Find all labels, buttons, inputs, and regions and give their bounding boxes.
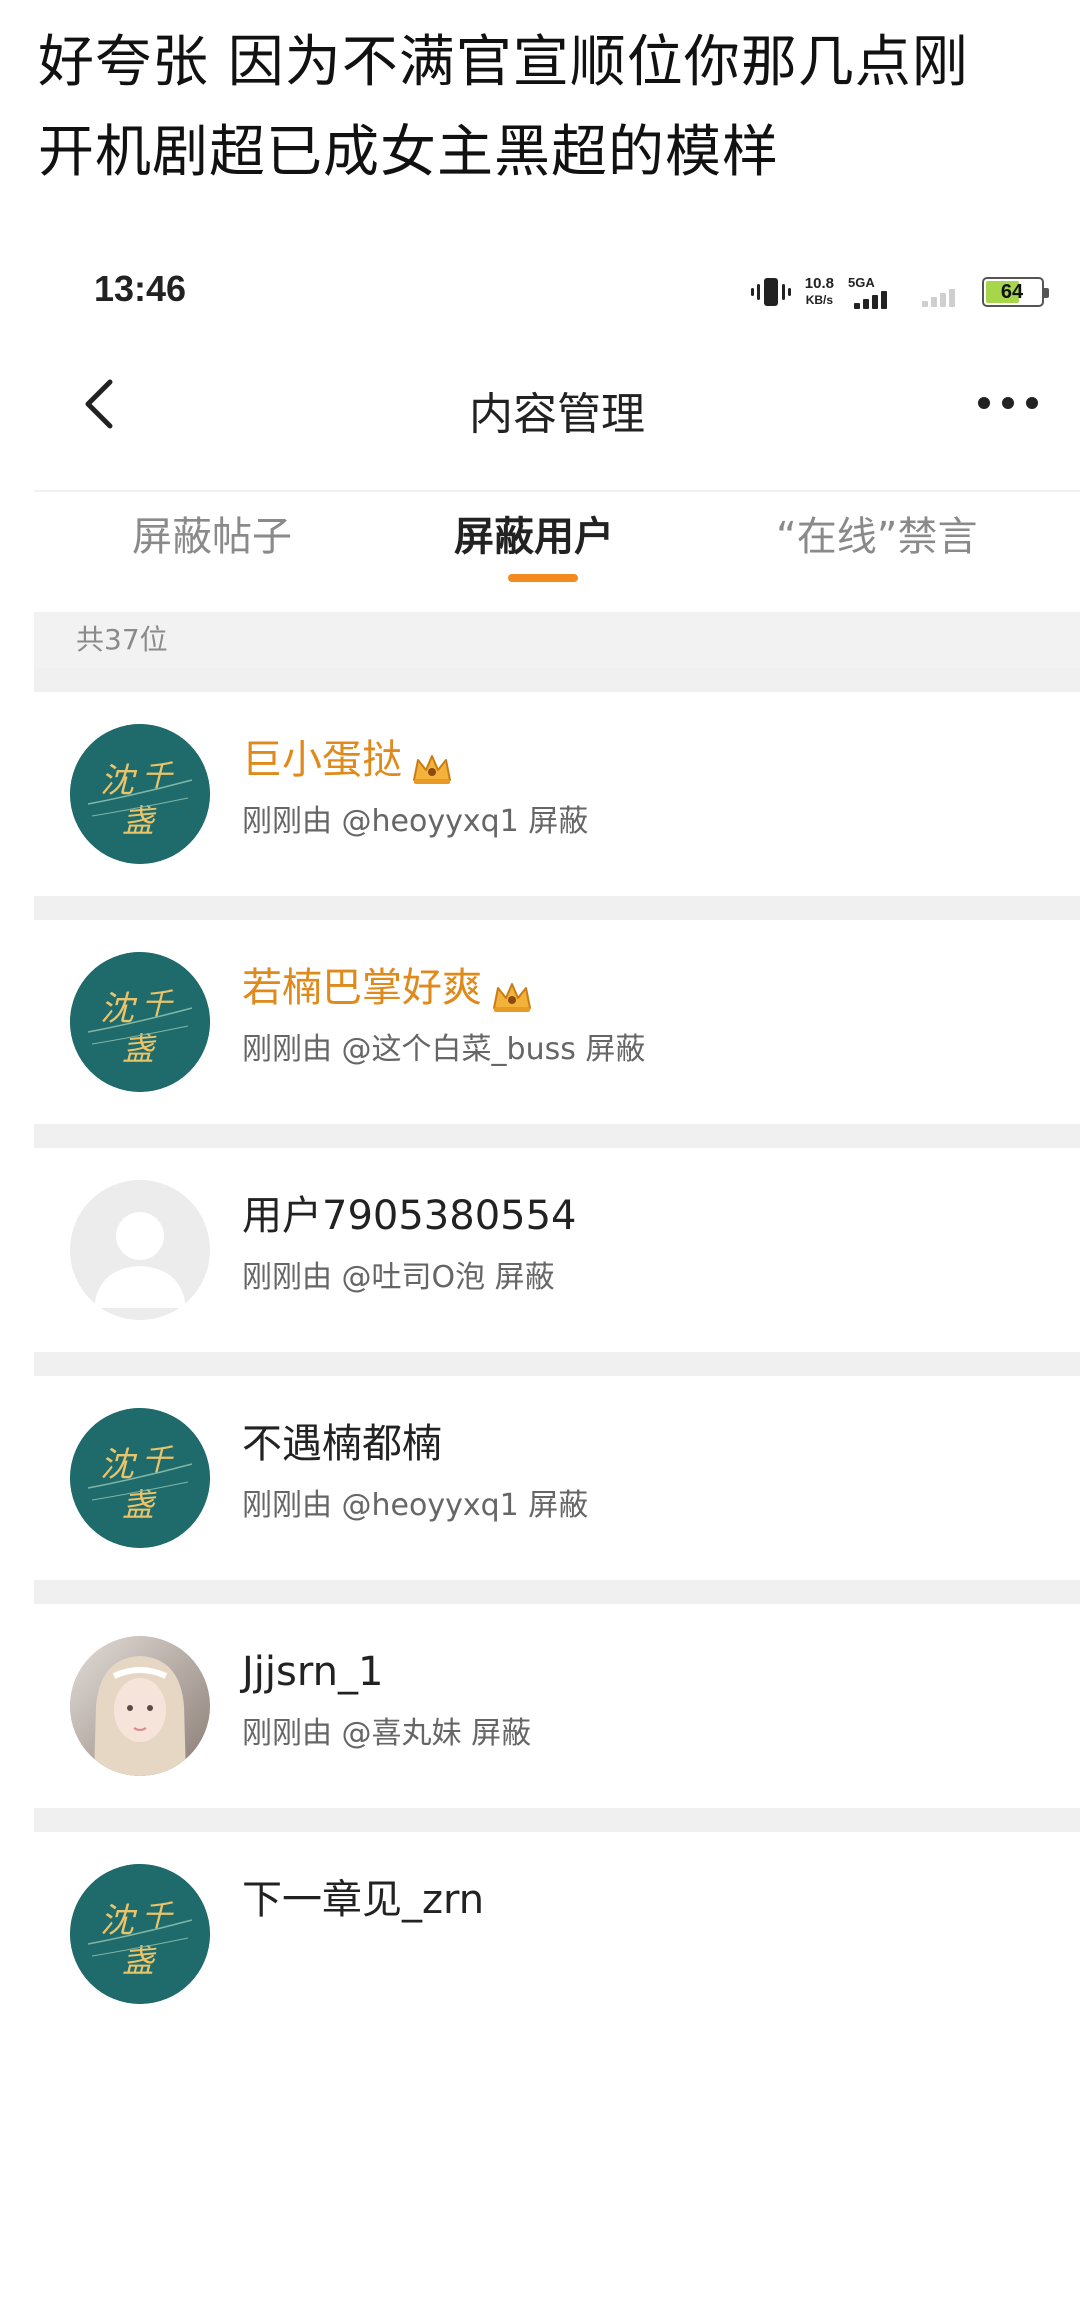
- list-item[interactable]: 沈千盏巨小蛋挞刚刚由 @heoyyxq1 屏蔽: [34, 692, 1080, 896]
- tab-bar: 屏蔽帖子 屏蔽用户 “在线”禁言: [34, 502, 1080, 592]
- vibrate-icon: [750, 276, 791, 308]
- caption-line-1: 好夸张 因为不满官宣顺位你那几点刚: [38, 30, 969, 95]
- blocked-count-bar: 共37位: [34, 612, 1080, 668]
- status-icons: 10.8 KB/s 5GA 64: [750, 274, 1049, 310]
- post-caption: 好夸张 因为不满官宣顺位你那几点刚 开机剧超已成女主黑超的模样: [38, 18, 1058, 198]
- user-name-text: 用户7905380554: [242, 1193, 577, 1239]
- avatar[interactable]: 沈千盏: [70, 724, 210, 864]
- blocked-by-text: 刚刚由 @这个白菜_buss 屏蔽: [242, 1032, 646, 1067]
- signal-5g-icon: 5GA: [848, 275, 908, 309]
- status-time: 13:46: [94, 268, 187, 309]
- crown-icon: [410, 745, 454, 784]
- list-separator: [34, 1124, 1080, 1148]
- nav-divider: [34, 490, 1080, 492]
- list-separator: [34, 1352, 1080, 1376]
- avatar[interactable]: [70, 1636, 210, 1776]
- list-separator: [34, 1808, 1080, 1832]
- battery-level: 64: [1000, 281, 1024, 303]
- tab-online-mute[interactable]: “在线”禁言: [776, 502, 977, 572]
- net-speed-unit: KB/s: [805, 293, 834, 307]
- blocked-by-text: 刚刚由 @heoyyxq1 屏蔽: [242, 804, 589, 839]
- network-type: 5GA: [848, 275, 875, 290]
- status-bar: 13:46 10.8 KB/s 5GA 64: [34, 240, 1080, 340]
- nav-bar: 内容管理: [34, 350, 1080, 460]
- net-speed-value: 10.8: [804, 275, 834, 292]
- caption-line-2: 开机剧超已成女主黑超的模样: [38, 120, 779, 185]
- more-dots-icon[interactable]: [978, 388, 1048, 418]
- tab-blocked-posts[interactable]: 屏蔽帖子: [132, 502, 292, 572]
- user-name[interactable]: Jjjsrn_1: [242, 1644, 383, 1700]
- net-speed: 10.8 KB/s: [805, 276, 834, 308]
- list-item[interactable]: 沈千盏若楠巴掌好爽刚刚由 @这个白菜_buss 屏蔽: [34, 920, 1080, 1124]
- user-name[interactable]: 不遇楠都楠: [242, 1416, 442, 1472]
- blocked-by-text: 刚刚由 @heoyyxq1 屏蔽: [242, 1488, 589, 1523]
- blocked-by-text: 刚刚由 @吐司O泡 屏蔽: [242, 1260, 555, 1295]
- user-name-text: 若楠巴掌好爽: [242, 965, 482, 1011]
- list-item[interactable]: 沈千盏不遇楠都楠刚刚由 @heoyyxq1 屏蔽: [34, 1376, 1080, 1580]
- active-tab-indicator: [508, 574, 578, 582]
- user-name[interactable]: 下一章见_zrn: [242, 1872, 484, 1928]
- user-name-text: 巨小蛋挞: [242, 737, 402, 783]
- avatar[interactable]: [70, 1180, 210, 1320]
- list-item[interactable]: 沈千盏下一章见_zrn: [34, 1832, 1080, 2036]
- list-item[interactable]: 用户7905380554 刚刚由 @吐司O泡 屏蔽: [34, 1148, 1080, 1352]
- crown-icon: [490, 973, 534, 1012]
- blocked-count: 共37位: [76, 623, 168, 656]
- avatar[interactable]: 沈千盏: [70, 952, 210, 1092]
- phone-screenshot: 13:46 10.8 KB/s 5GA 64 内容管理 屏蔽帖子 屏蔽用户 “在…: [34, 240, 1080, 2303]
- list-item[interactable]: Jjjsrn_1 刚刚由 @喜丸妹 屏蔽: [34, 1604, 1080, 1808]
- user-name-text: Jjjsrn_1: [242, 1649, 384, 1695]
- user-name-text: 不遇楠都楠: [242, 1421, 442, 1467]
- avatar[interactable]: 沈千盏: [70, 1864, 210, 2004]
- tab-blocked-users[interactable]: 屏蔽用户: [454, 502, 614, 572]
- list-separator: [34, 1580, 1080, 1604]
- user-name-text: 下一章见_zrn: [242, 1877, 485, 1923]
- user-name[interactable]: 若楠巴掌好爽: [242, 960, 534, 1016]
- list-separator: [34, 896, 1080, 920]
- avatar[interactable]: 沈千盏: [70, 1408, 210, 1548]
- user-name[interactable]: 巨小蛋挞: [242, 732, 454, 788]
- list-separator: [34, 668, 1080, 692]
- battery-icon: 64: [982, 277, 1049, 307]
- blocked-by-text: 刚刚由 @喜丸妹 屏蔽: [242, 1716, 532, 1751]
- user-name[interactable]: 用户7905380554: [242, 1188, 577, 1244]
- page-title: 内容管理: [469, 389, 645, 440]
- signal-secondary-icon: [922, 277, 968, 307]
